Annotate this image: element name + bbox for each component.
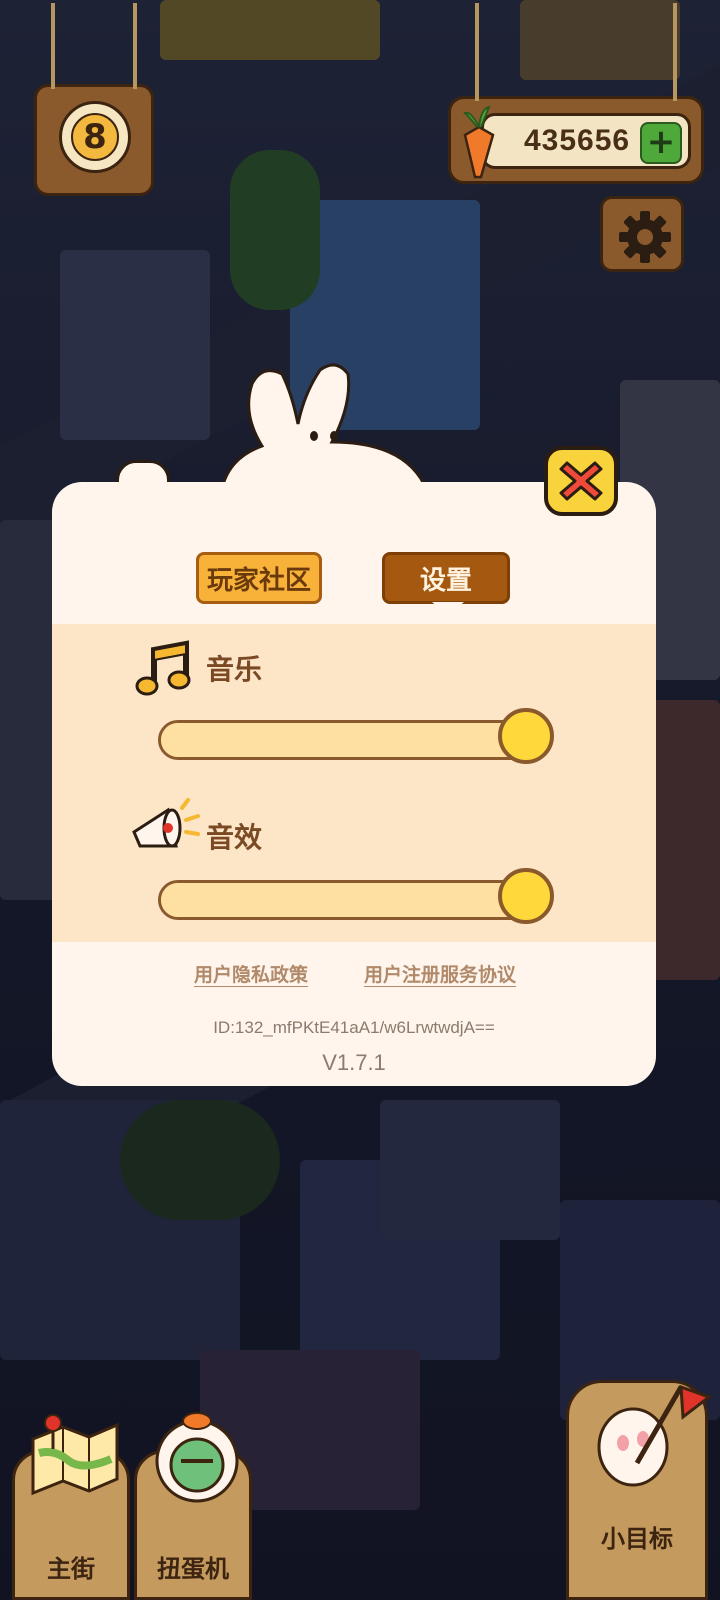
- music-note-icon: [135, 640, 191, 696]
- nav-gacha-label: 扭蛋机: [157, 1555, 229, 1583]
- sfx-slider-fill: [161, 883, 525, 917]
- plus-icon[interactable]: +: [640, 122, 682, 164]
- privacy-policy-link[interactable]: 用户隐私政策: [194, 960, 308, 987]
- tab-player-community[interactable]: 玩家社区: [196, 552, 322, 604]
- nav-main-street[interactable]: 主街: [12, 1414, 130, 1600]
- active-tab-pointer: [432, 602, 464, 616]
- settings-button[interactable]: [600, 196, 684, 272]
- sfx-slider[interactable]: [158, 868, 554, 924]
- megaphone-icon: [132, 798, 200, 848]
- map-icon: [31, 1414, 119, 1496]
- music-slider-fill: [161, 723, 525, 757]
- level-number: 8: [83, 117, 107, 157]
- tab-settings[interactable]: 设置: [382, 552, 510, 604]
- level-star-icon: 8: [59, 101, 131, 173]
- carrot-currency: 435656 +: [448, 3, 704, 184]
- currency-value: 435656: [524, 124, 631, 157]
- app-version: V1.7.1: [322, 1050, 386, 1075]
- audio-settings-panel: 音乐 音效: [52, 624, 656, 942]
- nav-goals-label: 小目标: [601, 1525, 673, 1553]
- tab-bar: 玩家社区 设置: [52, 552, 656, 608]
- flag-icon: [597, 1384, 713, 1487]
- close-icon: [559, 461, 603, 501]
- sfx-slider-knob[interactable]: [498, 868, 554, 924]
- currency-field: 435656 +: [481, 113, 691, 169]
- gear-icon: [619, 211, 671, 263]
- music-slider-knob[interactable]: [498, 708, 554, 764]
- settings-dialog: 玩家社区 设置 音乐 音效 用户隐私政策 用户注册服务协议 ID:132_mfP…: [52, 354, 656, 1088]
- carrot-icon: [463, 105, 495, 179]
- nav-goals[interactable]: 小目标: [566, 1380, 713, 1600]
- user-id: ID:132_mfPKtE41aA1/w6LrwtwdjA==: [213, 1018, 495, 1037]
- nav-main-street-label: 主街: [47, 1555, 95, 1583]
- user-agreement-link[interactable]: 用户注册服务协议: [364, 960, 516, 987]
- settings-panel: 玩家社区 设置 音乐 音效 用户隐私政策 用户注册服务协议 ID:132_mfP…: [52, 482, 656, 1086]
- level-badge[interactable]: 8: [34, 3, 154, 196]
- nav-gacha[interactable]: 扭蛋机: [134, 1412, 252, 1600]
- music-label: 音乐: [206, 653, 263, 686]
- close-button[interactable]: [544, 446, 618, 516]
- music-slider[interactable]: [158, 708, 554, 764]
- sfx-label: 音效: [206, 821, 263, 854]
- gacha-icon: [155, 1412, 239, 1503]
